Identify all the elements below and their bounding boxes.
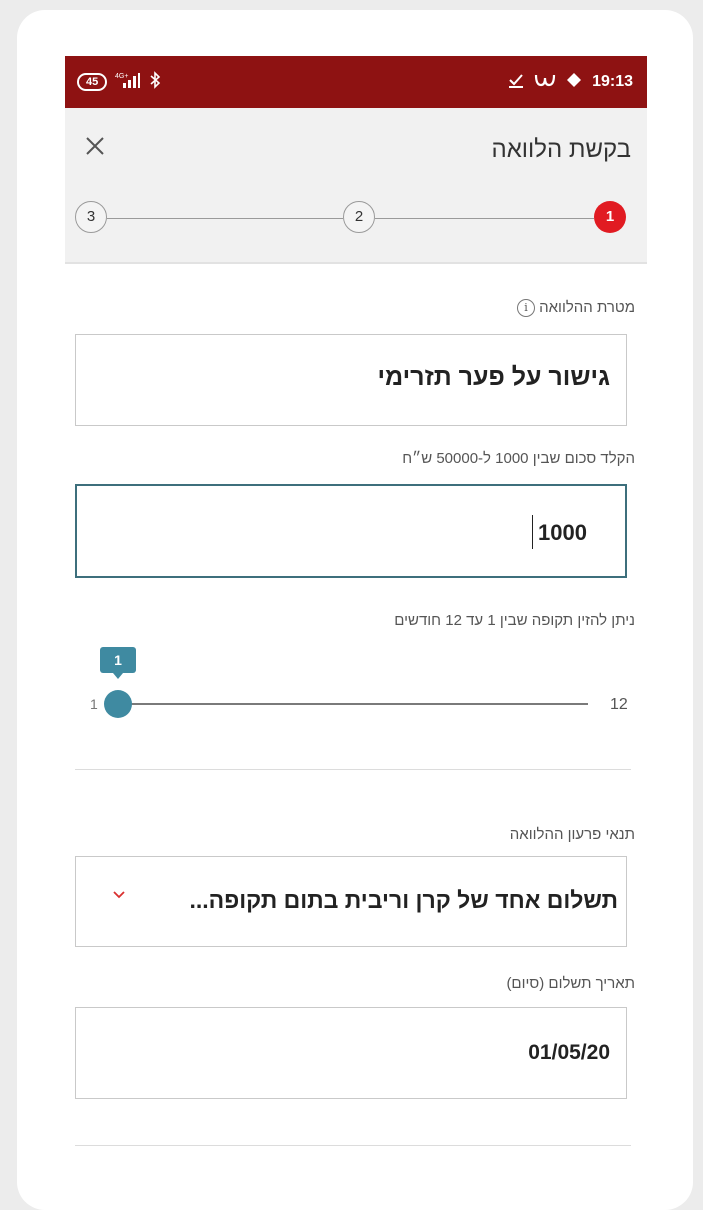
amount-value: 1000	[538, 520, 587, 545]
card: 45 4G+ 19:13 בקשת הלוואה 3 2 1 מטרת ההלו…	[17, 10, 693, 1210]
divider-bottom	[75, 1145, 631, 1146]
page-title: בקשת הלוואה	[491, 136, 631, 163]
repayment-terms-dropdown[interactable]: תשלום אחד של קרן וריבית בתום תקופה...	[75, 856, 627, 947]
signal-icon: 4G+	[115, 71, 141, 94]
info-icon[interactable]: i	[516, 299, 535, 318]
divider	[75, 769, 631, 770]
stepper-line-3-2	[107, 218, 343, 219]
battery-indicator: 45	[77, 73, 108, 91]
payment-date-label: תאריך תשלום (סיום)	[506, 975, 635, 992]
step-3[interactable]: 3	[75, 201, 107, 233]
purpose-label-row: מטרת ההלוואה i	[507, 299, 635, 318]
phone-screen: 45 4G+ 19:13 בקשת הלוואה 3 2 1 מטרת ההלו…	[65, 56, 647, 1196]
clock: 19:13	[592, 73, 633, 90]
step-2[interactable]: 2	[343, 201, 375, 233]
slider-max-label: 12	[610, 696, 628, 713]
status-left: 45 4G+	[77, 70, 161, 94]
status-bar: 45 4G+ 19:13	[65, 56, 647, 108]
payment-date-value: 01/05/20	[528, 1041, 610, 1064]
chevron-down-icon	[113, 891, 125, 899]
step-1[interactable]: 1	[594, 201, 626, 233]
svg-text:4G+: 4G+	[115, 73, 128, 80]
slider-value-bubble: 1	[100, 647, 136, 679]
status-right: 19:13	[508, 69, 633, 95]
period-slider-thumb[interactable]	[104, 690, 132, 718]
text-caret	[532, 515, 533, 549]
download-icon	[508, 72, 524, 93]
period-label: ניתן להזין תקופה שבין 1 עד 12 חודשים	[394, 612, 635, 629]
repayment-terms-label: תנאי פרעון ההלוואה	[509, 826, 635, 843]
purpose-label: מטרת ההלוואה	[539, 299, 635, 316]
purpose-field[interactable]: גישור על פער תזרימי	[75, 334, 627, 426]
stepper: 3 2 1	[75, 200, 631, 236]
stepper-line-2-1	[375, 218, 594, 219]
repayment-terms-value: תשלום אחד של קרן וריבית בתום תקופה...	[189, 887, 619, 913]
slider-min-label: 1	[90, 696, 98, 712]
app-bar: בקשת הלוואה 3 2 1	[65, 108, 647, 264]
bluetooth-icon	[149, 70, 161, 94]
app-notification-icon	[534, 73, 556, 92]
amount-input[interactable]: 1000	[75, 484, 627, 578]
payment-date-field[interactable]: 01/05/20	[75, 1007, 627, 1099]
amount-label: הקלד סכום שבין 1000 ל-50000 ש״ח	[402, 450, 635, 467]
wifi-diamond-icon	[566, 72, 582, 93]
period-slider-track[interactable]	[105, 703, 588, 705]
purpose-value: גישור על פער תזרימי	[377, 363, 610, 391]
close-icon[interactable]	[81, 132, 109, 160]
